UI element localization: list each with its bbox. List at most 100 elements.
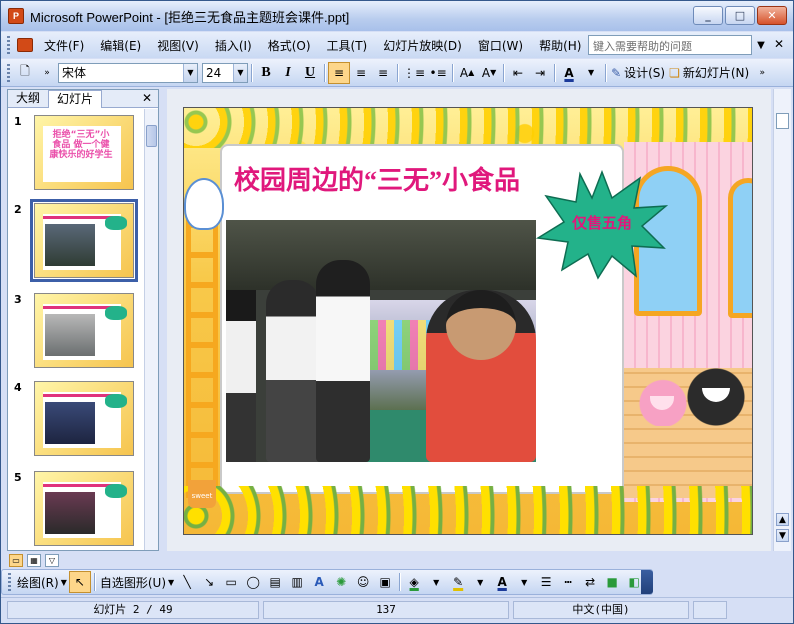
document-menu-icon[interactable]	[14, 36, 36, 54]
new-document-icon[interactable]: 🗋	[14, 62, 36, 84]
thumbnail-title-bar	[43, 216, 113, 219]
arrow-style-icon[interactable]: ⇄	[579, 571, 601, 593]
slide-thumbnail[interactable]	[34, 293, 134, 368]
decrease-indent-icon[interactable]: ⇤	[507, 62, 529, 84]
thumbnail-row[interactable]: 2	[14, 199, 138, 282]
next-slide-icon[interactable]: ▼	[776, 529, 789, 542]
line-style-icon[interactable]: ☰	[535, 571, 557, 593]
numbered-list-icon[interactable]: ⋮≡	[401, 62, 427, 84]
increase-indent-icon[interactable]: ⇥	[529, 62, 551, 84]
chevron-down-icon[interactable]: ▼	[233, 63, 247, 82]
chevron-down-icon[interactable]: ▼	[425, 571, 447, 593]
thumbnail-photo	[45, 314, 95, 356]
picture-icon[interactable]: ▣	[374, 571, 396, 593]
italic-button[interactable]: I	[277, 62, 299, 84]
thumbnail-starburst	[105, 306, 127, 320]
menu-file[interactable]: 文件(F)	[36, 37, 92, 54]
minimize-button[interactable]: _	[693, 6, 723, 25]
help-question-input[interactable]: 键入需要帮助的问题	[588, 35, 752, 55]
menu-grip[interactable]	[7, 36, 10, 54]
menu-window[interactable]: 窗口(W)	[470, 37, 531, 54]
vertical-textbox-icon[interactable]: ▥	[286, 571, 308, 593]
thumbnail-row[interactable]: 1 拒绝“三无”小食品 做一个健康快乐的好学生	[14, 115, 134, 190]
tab-outline[interactable]: 大纲	[8, 90, 48, 108]
menu-slideshow[interactable]: 幻灯片放映(D)	[375, 37, 470, 54]
new-slide-button[interactable]: ❏ 新幻灯片(N)	[667, 62, 751, 84]
shadow-style-icon[interactable]: ■	[601, 571, 623, 593]
dash-style-icon[interactable]: ┅	[557, 571, 579, 593]
increase-font-icon[interactable]: A ▲	[456, 62, 478, 84]
slideshow-view-icon[interactable]: ▽	[45, 553, 59, 567]
vertical-scrollbar[interactable]: ▲ ▼	[773, 89, 791, 551]
chevron-down-icon[interactable]: ▼	[183, 63, 197, 82]
diagram-icon[interactable]: ✺	[330, 571, 352, 593]
pane-scroll-thumb[interactable]	[146, 125, 157, 147]
chevron-down-icon[interactable]: ▼	[513, 571, 535, 593]
normal-view-icon[interactable]: ▭	[9, 553, 23, 567]
current-slide[interactable]: 校园周边的“三无”小食品 仅售五角 sweet	[183, 107, 753, 535]
previous-slide-icon[interactable]: ▲	[776, 513, 789, 526]
chevron-down-icon[interactable]: ▼	[580, 62, 602, 84]
wordart-icon[interactable]: A	[308, 571, 330, 593]
oval-icon[interactable]: ◯	[242, 571, 264, 593]
draw-menu-button[interactable]: 绘图(R) ▼	[15, 571, 69, 593]
toolbar-options-icon[interactable]: »	[36, 62, 58, 84]
arrow-icon[interactable]: ↘	[198, 571, 220, 593]
help-dropdown-icon[interactable]: ▼	[753, 35, 769, 55]
font-size-select[interactable]: 24 ▼	[202, 62, 248, 83]
align-left-icon[interactable]: ≡	[328, 61, 350, 84]
menu-edit[interactable]: 编辑(E)	[92, 37, 149, 54]
pink-mascot-icon	[636, 376, 690, 426]
toolbar-separator	[605, 63, 607, 82]
snack-stall-photo[interactable]	[226, 220, 536, 462]
slide-title[interactable]: 校园周边的“三无”小食品	[234, 160, 520, 197]
pane-scrollbar[interactable]	[144, 109, 158, 550]
rectangle-icon[interactable]: ▭	[220, 571, 242, 593]
font-color-icon[interactable]: A	[558, 62, 580, 84]
clipart-icon[interactable]: ☺	[352, 571, 374, 593]
bold-button[interactable]: B	[255, 62, 277, 84]
design-button[interactable]: ✎ 设计(S)	[609, 62, 667, 84]
slide-thumbnail[interactable]	[34, 381, 134, 456]
pane-close-button[interactable]: ✕	[142, 91, 152, 105]
menu-help[interactable]: 帮助(H)	[531, 37, 589, 54]
toolbar-grip[interactable]	[8, 573, 11, 591]
close-button[interactable]: ✕	[757, 6, 787, 25]
tab-slides[interactable]: 幻灯片	[48, 90, 103, 108]
align-right-icon[interactable]: ≡	[372, 62, 394, 84]
thumbnail-row[interactable]: 5	[14, 471, 134, 546]
decrease-font-icon[interactable]: A ▼	[478, 62, 500, 84]
thumbnail-row[interactable]: 4	[14, 381, 134, 456]
align-center-icon[interactable]: ≡	[350, 62, 372, 84]
thumbnail-row[interactable]: 3	[14, 293, 134, 368]
maximize-button[interactable]: □	[725, 6, 755, 25]
fill-color-icon[interactable]: ◈	[403, 571, 425, 593]
menu-insert[interactable]: 插入(I)	[207, 37, 260, 54]
toolbar-more-icon[interactable]: »	[751, 62, 773, 84]
line-color-icon[interactable]: ✎	[447, 571, 469, 593]
close-document-button[interactable]: ✕	[774, 37, 784, 51]
slide-sorter-view-icon[interactable]: ▦	[27, 553, 41, 567]
slide-number: 1	[14, 115, 22, 128]
powerpoint-app-icon[interactable]: P	[8, 8, 24, 24]
bullet-list-icon[interactable]: •≡	[427, 62, 449, 84]
slide-thumbnail-selected[interactable]	[30, 199, 138, 282]
autoshapes-menu-button[interactable]: 自选图形(U) ▼	[98, 571, 176, 593]
slide-thumbnail[interactable]: 拒绝“三无”小食品 做一个健康快乐的好学生	[34, 115, 134, 190]
underline-button[interactable]: U	[299, 62, 321, 84]
font-color-icon[interactable]: A	[491, 571, 513, 593]
toolbar-options-icon[interactable]	[641, 570, 653, 594]
textbox-icon[interactable]: ▤	[264, 571, 286, 593]
line-icon[interactable]: ╲	[176, 571, 198, 593]
slide-thumbnail[interactable]	[34, 471, 134, 546]
menu-tools[interactable]: 工具(T)	[319, 37, 376, 54]
toolbar-grip[interactable]	[7, 63, 10, 82]
font-name-select[interactable]: 宋体 ▼	[58, 62, 198, 83]
chevron-down-icon[interactable]: ▼	[469, 571, 491, 593]
menu-format[interactable]: 格式(O)	[260, 37, 319, 54]
menu-view[interactable]: 视图(V)	[149, 37, 207, 54]
select-pointer-icon[interactable]: ↖	[68, 571, 91, 593]
price-label[interactable]: 仅售五角	[562, 212, 642, 233]
toolbar-separator	[251, 63, 252, 82]
scroll-thumb[interactable]	[776, 113, 789, 129]
